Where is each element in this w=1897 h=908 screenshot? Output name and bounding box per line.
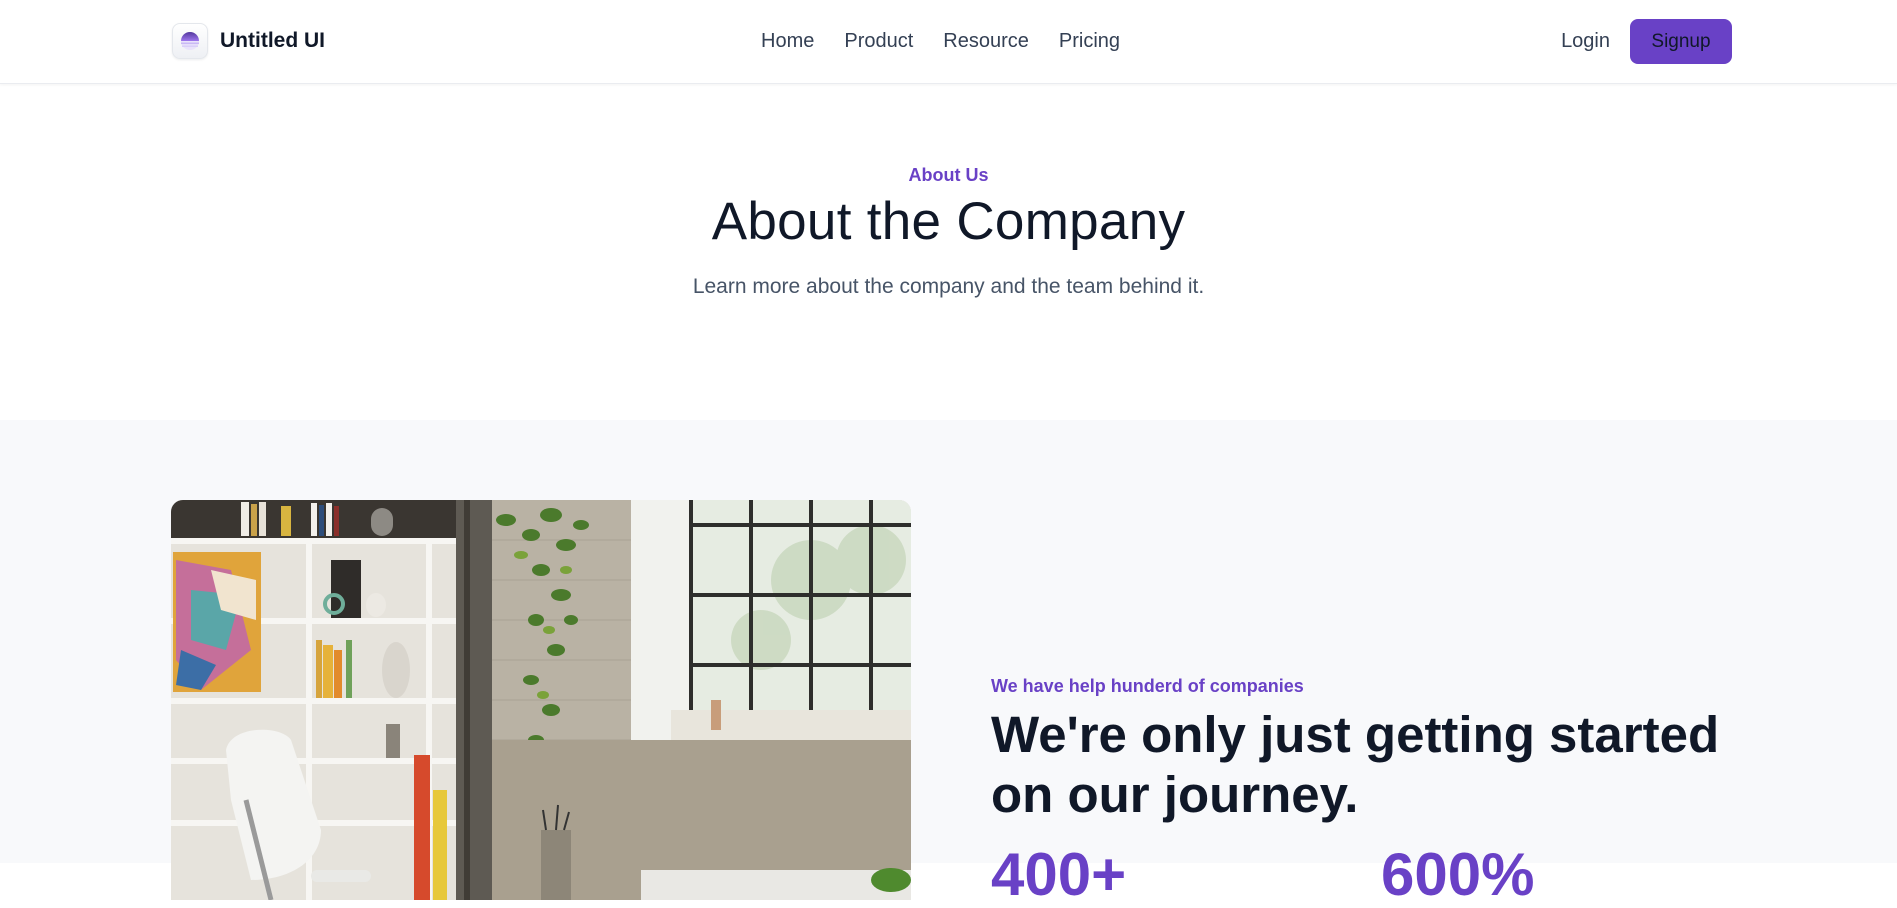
stat-value: 400+ [991, 841, 1127, 908]
about-eyebrow: We have help hunderd of companies [991, 676, 1304, 696]
nav-link-resource[interactable]: Resource [943, 28, 1029, 54]
brand[interactable]: Untitled UI [172, 23, 325, 59]
main-nav: Home Product Resource Pricing [761, 28, 1120, 54]
hero-subtitle: Learn more about the company and the tea… [692, 275, 1205, 298]
nav-link-pricing[interactable]: Pricing [1059, 28, 1120, 54]
brand-name: Untitled UI [220, 29, 325, 52]
nav-link-product[interactable]: Product [844, 28, 913, 54]
page-title: About the Company [711, 192, 1186, 251]
hero-section: About Us About the Company Learn more ab… [0, 85, 1897, 420]
auth-actions: Login Signup [1561, 19, 1732, 64]
hero-eyebrow: About Us [908, 165, 989, 185]
site-header: Untitled UI Home Product Resource Pricin… [0, 0, 1897, 84]
about-section: We have help hunderd of companies We're … [0, 420, 1897, 905]
about-title: We're only just getting started on our j… [991, 706, 1720, 823]
half-circle-logo-icon [172, 23, 208, 59]
stat-value: 600% [1381, 841, 1535, 908]
office-workspace-photo [171, 500, 911, 900]
nav-link-home[interactable]: Home [761, 28, 814, 54]
signup-button[interactable]: Signup [1630, 19, 1732, 64]
login-link[interactable]: Login [1561, 30, 1610, 53]
